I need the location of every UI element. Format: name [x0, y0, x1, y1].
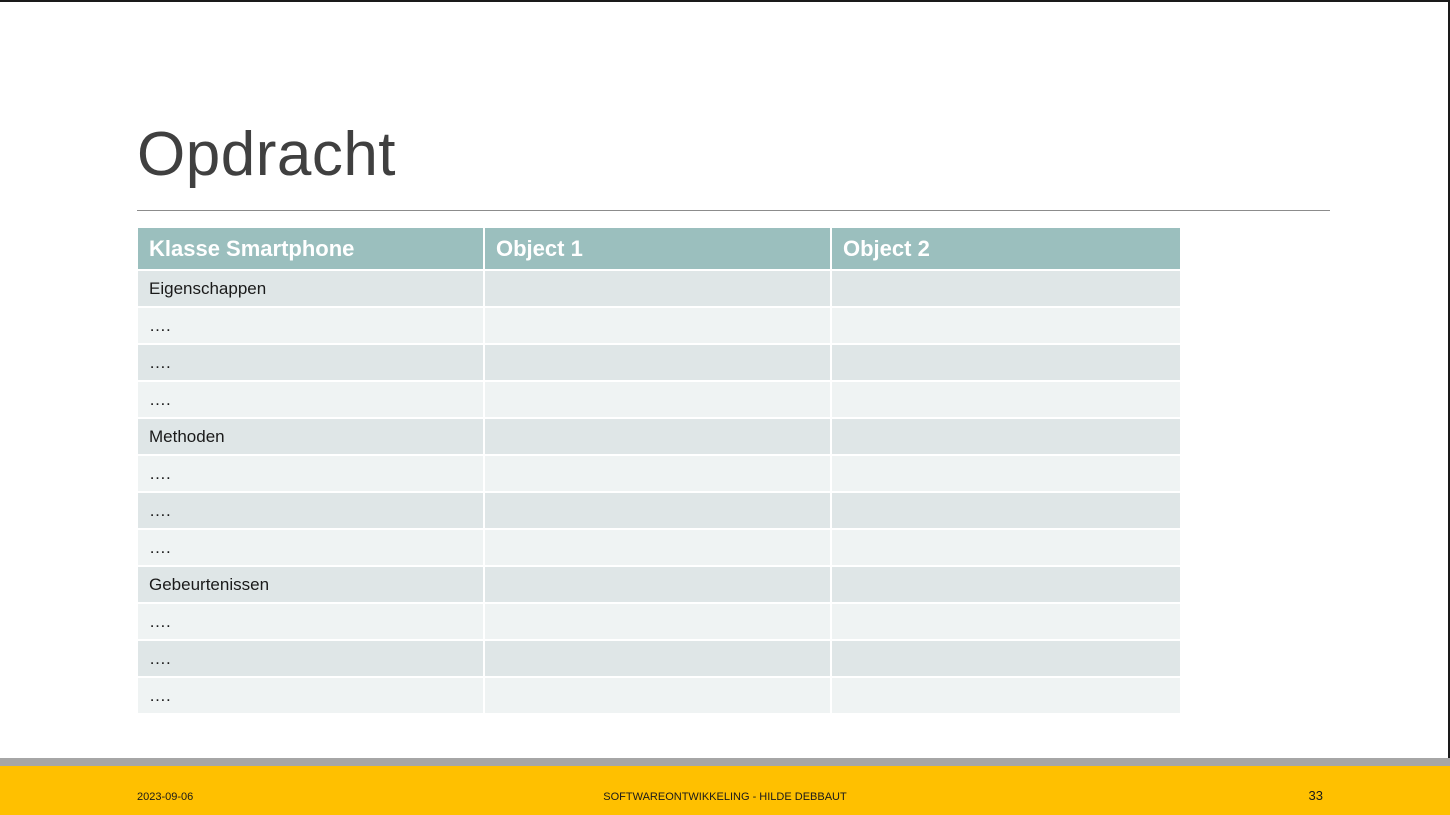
- table-cell: [832, 678, 1180, 715]
- table-cell: [832, 308, 1180, 345]
- table-cell: [485, 382, 832, 419]
- table-cell: [832, 271, 1180, 308]
- table-cell: [485, 493, 832, 530]
- table-cell: Eigenschappen: [138, 271, 485, 308]
- table-cell: ….: [138, 456, 485, 493]
- table-row: ….: [138, 678, 1180, 715]
- table-cell: ….: [138, 345, 485, 382]
- table-cell: [832, 345, 1180, 382]
- table-row: ….: [138, 308, 1180, 345]
- table-header-row: Klasse Smartphone Object 1 Object 2: [138, 228, 1180, 271]
- table-row: Gebeurtenissen: [138, 567, 1180, 604]
- table-row: ….: [138, 604, 1180, 641]
- table-cell: Gebeurtenissen: [138, 567, 485, 604]
- table-cell: ….: [138, 604, 485, 641]
- table-cell: [832, 456, 1180, 493]
- table-row: Methoden: [138, 419, 1180, 456]
- slide-title: Opdracht: [137, 120, 397, 189]
- table-cell: [485, 530, 832, 567]
- table-cell: [832, 493, 1180, 530]
- assignment-table: Klasse Smartphone Object 1 Object 2 Eige…: [138, 228, 1180, 715]
- table-cell: [832, 641, 1180, 678]
- table-row: Eigenschappen: [138, 271, 1180, 308]
- table-cell: ….: [138, 493, 485, 530]
- footer-course-author: SOFTWAREONTWIKKELING - HILDE DEBBAUT: [603, 791, 847, 803]
- table-cell: [485, 678, 832, 715]
- table-cell: [485, 345, 832, 382]
- table-cell: ….: [138, 308, 485, 345]
- table-cell: Methoden: [138, 419, 485, 456]
- page-number: 33: [1308, 788, 1323, 803]
- table-cell: [832, 419, 1180, 456]
- header-cell-object-1: Object 1: [485, 228, 832, 271]
- table-cell: ….: [138, 530, 485, 567]
- title-divider: [137, 210, 1330, 211]
- header-cell-object-2: Object 2: [832, 228, 1180, 271]
- table-cell: [485, 456, 832, 493]
- table-row: ….: [138, 530, 1180, 567]
- table-cell: [485, 604, 832, 641]
- table-cell: [832, 382, 1180, 419]
- table-cell: [832, 567, 1180, 604]
- table-cell: [485, 567, 832, 604]
- table-row: ….: [138, 641, 1180, 678]
- table-cell: ….: [138, 641, 485, 678]
- table-cell: ….: [138, 678, 485, 715]
- table-row: ….: [138, 382, 1180, 419]
- slide: Opdracht Klasse Smartphone Object 1 Obje…: [0, 0, 1450, 815]
- footer-band: [0, 758, 1450, 815]
- table-cell: [485, 641, 832, 678]
- table-cell: ….: [138, 382, 485, 419]
- table-row: ….: [138, 345, 1180, 382]
- table-cell: [485, 271, 832, 308]
- footer-stripe: [0, 758, 1450, 766]
- table-cell: [832, 604, 1180, 641]
- table-cell: [485, 308, 832, 345]
- table-row: ….: [138, 493, 1180, 530]
- table-row: ….: [138, 456, 1180, 493]
- header-cell-class: Klasse Smartphone: [138, 228, 485, 271]
- table-cell: [832, 530, 1180, 567]
- table-cell: [485, 419, 832, 456]
